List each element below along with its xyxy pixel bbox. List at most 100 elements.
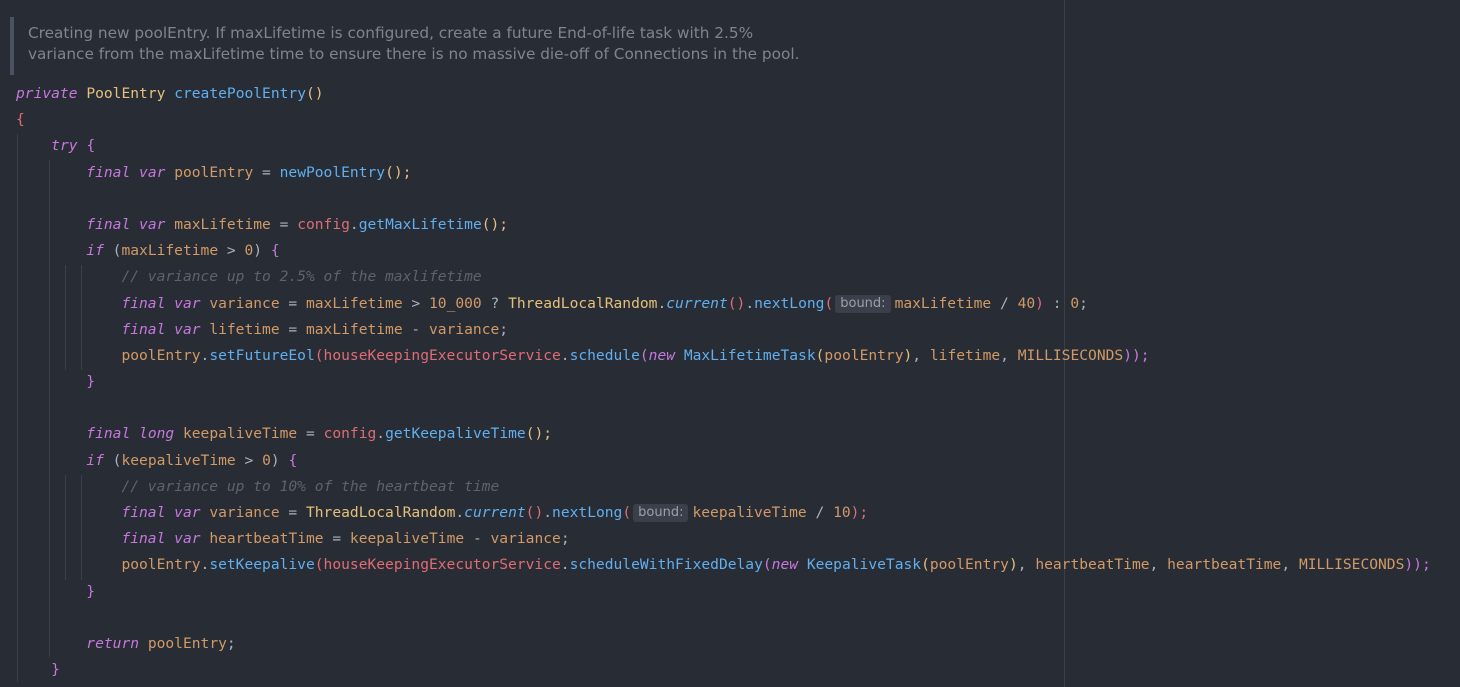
variable: poolEntry [121,346,201,364]
code-line: final var lifetime = maxLifetime - varia… [16,317,1431,343]
method-call: setKeepalive [209,556,315,574]
keyword: var [139,163,166,181]
punctuation: (); [385,163,412,181]
variable: lifetime [929,346,1001,364]
paren: ) [253,242,263,260]
code-line: // variance up to 10% of the heartbeat t… [16,474,1431,500]
dot: . [745,294,755,312]
method-call: scheduleWithFixedDelay [569,556,763,574]
method-call: getMaxLifetime [358,215,482,233]
code-line: final var variance = maxLifetime > 10_00… [16,291,1431,317]
operator: = [279,294,306,312]
number: 0 [1070,294,1080,312]
operator: ? [481,294,509,312]
semicolon: ; [1079,294,1088,312]
parameter-hint: bound: [835,294,891,313]
comment: // variance up to 10% of the heartbeat t… [121,477,500,495]
variable: maxLifetime [121,242,219,260]
semicolon: ; [499,320,509,338]
method-name: createPoolEntry [174,85,306,102]
keyword: var [174,294,201,312]
parens: () [727,294,746,312]
parameter-hint: bound: [633,504,689,522]
paren: ( [921,556,930,574]
operator: > [218,242,245,260]
dot: . [455,504,465,521]
dot: . [200,556,210,574]
paren: ( [824,294,834,312]
comma: , [1000,346,1018,364]
field: houseKeepingExecutorService [323,346,561,364]
method-call: setFutureEol [209,346,315,364]
brace: { [270,242,280,260]
operator: / [806,504,834,521]
code-line: } [16,579,1431,605]
code-line: final var poolEntry = newPoolEntry(); [16,160,1431,186]
keyword: try [51,137,78,155]
paren: ); [850,504,869,521]
variable: keepaliveTime [121,451,236,469]
code-editor[interactable]: private PoolEntry createPoolEntry () { tr… [16,81,1431,683]
static-method: current [666,294,728,312]
variable: poolEntry [147,634,227,652]
doc-line-2: variance from the maxLifetime time to en… [28,45,800,63]
keyword: if [86,451,104,469]
paren: ) [903,346,913,364]
variable: variance [209,504,280,521]
paren: ( [762,556,772,574]
keyword: final [86,163,131,181]
operator: = [270,215,298,233]
dot: . [543,504,553,521]
dot: . [200,346,210,364]
punctuation: (); [525,425,553,443]
paren: ) [270,451,280,469]
operator: = [323,530,350,548]
method-call: getKeepaliveTime [385,425,526,443]
paren: ( [314,556,324,574]
semicolon: ; [560,530,570,548]
brace: } [86,582,96,600]
number: 40 [1017,294,1036,312]
type-name: PoolEntry [86,85,166,102]
constant: MILLISECONDS [1298,556,1405,574]
rendered-doc-comment: Creating new poolEntry. If maxLifetime i… [10,17,1054,75]
dot: . [349,215,359,233]
number: 10 [833,504,851,521]
field: houseKeepingExecutorService [323,556,561,574]
doc-line-1: Creating new poolEntry. If maxLifetime i… [28,24,754,42]
doc-comment-text: Creating new poolEntry. If maxLifetime i… [28,23,799,65]
code-line: return poolEntry; [16,631,1431,657]
variable: heartbeatTime [1167,556,1282,574]
operator: - [464,530,491,548]
keyword: if [86,242,104,260]
variable: heartbeatTime [1035,556,1150,574]
method-call: newPoolEntry [279,163,386,181]
variable: keepaliveTime [692,504,807,521]
code-line: } [16,369,1431,395]
parens: () [525,504,544,521]
comma: , [1149,556,1168,574]
code-line: final long keepaliveTime = config.getKee… [16,421,1431,447]
variable: poolEntry [174,163,254,181]
keyword: var [139,215,166,233]
variable: keepaliveTime [182,425,298,443]
code-line: // variance up to 2.5% of the maxlifetim… [16,264,1431,290]
dot: . [376,425,386,443]
paren: ( [622,504,632,521]
operator: > [235,451,263,469]
keyword: private [16,85,78,102]
object: config [297,215,350,233]
class-name: ThreadLocalRandom [508,294,658,312]
static-method: current [464,504,526,521]
keyword: final [121,504,166,521]
code-line: final var maxLifetime = config.getMaxLif… [16,212,1431,238]
keyword: final [121,530,166,548]
variable: poolEntry [824,346,904,364]
number: 10_000 [429,294,482,312]
variable: maxLifetime [305,294,403,312]
keyword: long [139,425,175,443]
code-line: if (maxLifetime > 0) { [16,238,1431,264]
